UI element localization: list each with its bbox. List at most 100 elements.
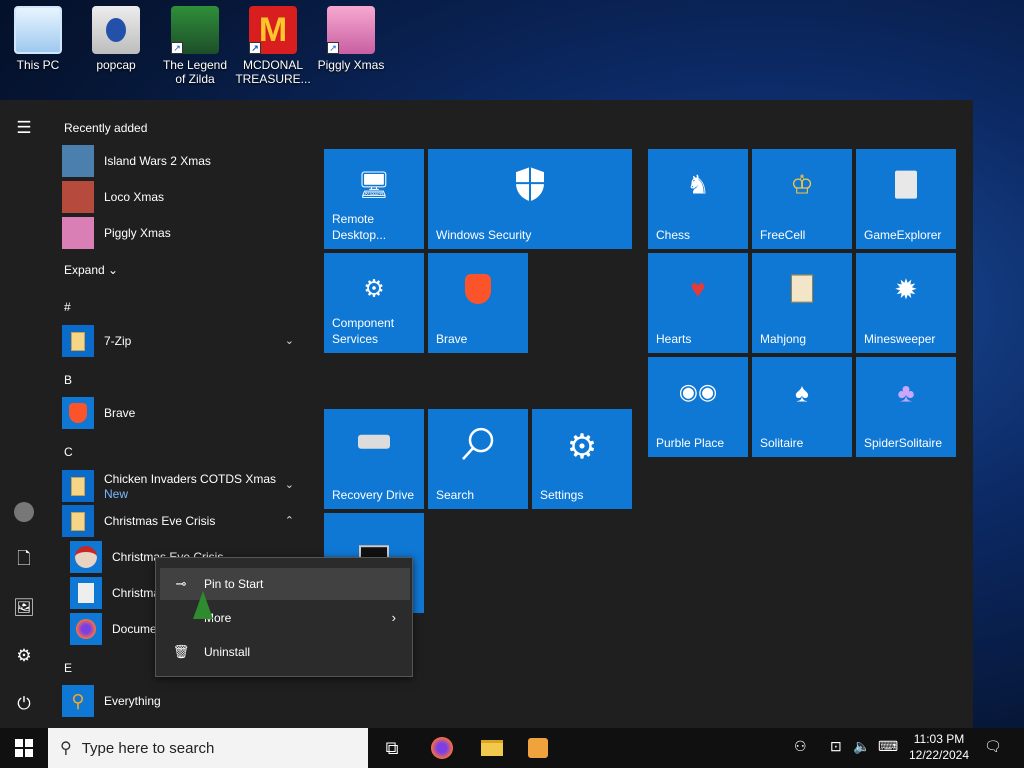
- tile-brave[interactable]: Brave: [428, 253, 528, 353]
- tile-recovery-drive[interactable]: Recovery Drive: [324, 409, 424, 509]
- pig-icon: [62, 217, 94, 249]
- tile-settings[interactable]: ⚙ Settings: [532, 409, 632, 509]
- taskbar-search-box[interactable]: ⚲ Type here to search: [48, 728, 368, 768]
- desktop-icon-popcap[interactable]: popcap: [78, 4, 154, 72]
- firefox-icon[interactable]: [418, 728, 466, 768]
- list-item[interactable]: Island Wars 2 Xmas: [62, 144, 302, 178]
- shield-icon: [514, 166, 546, 209]
- desktop-icon-this-pc[interactable]: This PC: [0, 4, 76, 72]
- shortcut-arrow-icon: ↗: [327, 42, 339, 54]
- loco-xmas-icon: [62, 181, 94, 213]
- tile-label: Mahjong: [760, 332, 807, 346]
- component-services-icon: ⚙: [363, 275, 385, 303]
- section-header-e[interactable]: E: [64, 661, 72, 675]
- tile-label: Remote Desktop...: [332, 212, 387, 242]
- spider-solitaire-icon: ♣: [897, 377, 915, 408]
- user-avatar-icon[interactable]: [0, 490, 48, 534]
- tile-search[interactable]: Search: [428, 409, 528, 509]
- chevron-down-icon: ⌄: [284, 335, 294, 347]
- app-label: Christmas Eve Crisis: [104, 513, 216, 528]
- folder-icon: [62, 325, 94, 357]
- people-icon[interactable]: ⚇: [794, 738, 807, 755]
- uninstall-menu-item[interactable]: 🗑 Uninstall: [160, 636, 410, 668]
- tile-minesweeper[interactable]: ✹ Minesweeper: [856, 253, 956, 353]
- list-item[interactable]: Piggly Xmas: [62, 216, 302, 250]
- tile-label: Component Services: [332, 316, 395, 346]
- pin-icon: ⊸: [175, 576, 187, 591]
- start-menu: ☰ 🗋 🖼 ⚙ ⏻ Recently added Island Wars 2 X…: [0, 100, 973, 728]
- tile-label: Chess: [656, 228, 691, 242]
- chevron-up-icon: ⌃: [284, 515, 294, 527]
- pig-icon: ↗: [327, 6, 375, 54]
- list-item[interactable]: Loco Xmas: [62, 180, 302, 214]
- desktop-icon-legend-of-zilda[interactable]: ↗ The Legend of Zilda: [157, 4, 233, 86]
- desktop-icon-mcdonal-treasure[interactable]: M ↗ MCDONAL TREASURE...: [235, 4, 311, 86]
- tile-purble-place[interactable]: ◉◉ Purble Place: [648, 357, 748, 457]
- list-item-7zip[interactable]: 7-Zip ⌄: [62, 324, 302, 358]
- tile-label: Brave: [436, 332, 468, 346]
- desktop-icon-piggly-xmas[interactable]: ↗ Piggly Xmas: [313, 4, 389, 72]
- app-label: 7-Zip: [104, 333, 132, 348]
- list-item-everything[interactable]: ⚲ Everything: [62, 684, 302, 718]
- tile-label: Purble Place: [656, 436, 725, 450]
- computer-icon: [14, 6, 62, 54]
- section-header-c[interactable]: C: [64, 445, 73, 459]
- tile-label: Solitaire: [760, 436, 804, 450]
- windows-logo-icon: [15, 739, 33, 757]
- tile-chess[interactable]: ♞ Chess: [648, 149, 748, 249]
- power-icon[interactable]: ⏻: [0, 682, 48, 726]
- clock[interactable]: 11:03 PM 12/22/2024: [900, 731, 978, 763]
- folder-icon: [62, 470, 94, 502]
- hamburger-menu-icon[interactable]: ☰: [0, 106, 48, 150]
- magnifier-icon: ⚲: [62, 685, 94, 717]
- chevron-down-icon: ⌄: [108, 263, 119, 277]
- task-view-icon[interactable]: ⧉: [368, 728, 416, 768]
- tile-label: FreeCell: [760, 228, 806, 242]
- volume-muted-icon[interactable]: 🔈: [853, 738, 870, 755]
- media-player-icon[interactable]: [514, 728, 562, 768]
- desktop-icon-label: Piggly Xmas: [317, 58, 385, 72]
- list-item-christmas-eve-crisis[interactable]: Christmas Eve Crisis ⌃: [62, 504, 302, 538]
- tile-windows-security[interactable]: Windows Security: [428, 149, 632, 249]
- section-header-b[interactable]: B: [64, 373, 72, 387]
- section-header-hash[interactable]: #: [64, 300, 71, 314]
- list-item-chicken-invaders[interactable]: Chicken Invaders COTDS Xmas New ⌄: [62, 468, 302, 504]
- file-explorer-icon[interactable]: [468, 728, 516, 768]
- tile-solitaire[interactable]: ♠ Solitaire: [752, 357, 852, 457]
- tile-remote-desktop[interactable]: 🖥 Remote Desktop...: [324, 149, 424, 249]
- desktop-icon-label: popcap: [96, 58, 136, 72]
- tile-hearts[interactable]: ♥ Hearts: [648, 253, 748, 353]
- santa-icon: [70, 541, 102, 573]
- start-button[interactable]: [0, 728, 48, 768]
- expand-label: Expand: [64, 263, 105, 277]
- tile-mahjong[interactable]: Mahjong: [752, 253, 852, 353]
- settings-gear-icon[interactable]: ⚙: [0, 634, 48, 678]
- clock-time: 11:03 PM: [913, 732, 965, 746]
- documents-icon[interactable]: 🗋: [0, 538, 48, 582]
- tile-component-services[interactable]: ⚙ Component Services: [324, 253, 424, 353]
- tile-label: Settings: [540, 488, 584, 502]
- tile-label: Recovery Drive: [332, 488, 415, 502]
- tile-freecell[interactable]: ♔ FreeCell: [752, 149, 852, 249]
- pictures-icon[interactable]: 🖼: [0, 586, 48, 630]
- remote-desktop-icon: 🖥: [357, 169, 391, 200]
- trash-icon: 🗑: [172, 644, 190, 659]
- brave-icon: [465, 274, 491, 304]
- app-label: Loco Xmas: [104, 189, 165, 204]
- app-label: Brave: [104, 405, 136, 420]
- mouse-cursor-tree-icon: [193, 591, 213, 619]
- tile-label: GameExplorer: [864, 228, 942, 242]
- mcdonalds-icon: M ↗: [249, 6, 297, 54]
- mine-icon: ✹: [894, 274, 918, 306]
- keyboard-icon[interactable]: ⌨: [878, 738, 898, 755]
- tile-gameexplorer[interactable]: GameExplorer: [856, 149, 956, 249]
- folder-icon: [92, 6, 140, 54]
- tile-spider-solitaire[interactable]: ♣ SpiderSolitaire: [856, 357, 956, 457]
- purble-icon: ◉◉: [678, 379, 718, 405]
- list-item-brave[interactable]: Brave: [62, 396, 302, 430]
- network-icon[interactable]: ⊡: [830, 738, 842, 755]
- new-badge: New: [104, 486, 129, 501]
- menu-item-label: Uninstall: [204, 645, 251, 659]
- expand-button[interactable]: Expand ⌄: [64, 263, 118, 277]
- notifications-icon[interactable]: 🗨: [984, 738, 1002, 755]
